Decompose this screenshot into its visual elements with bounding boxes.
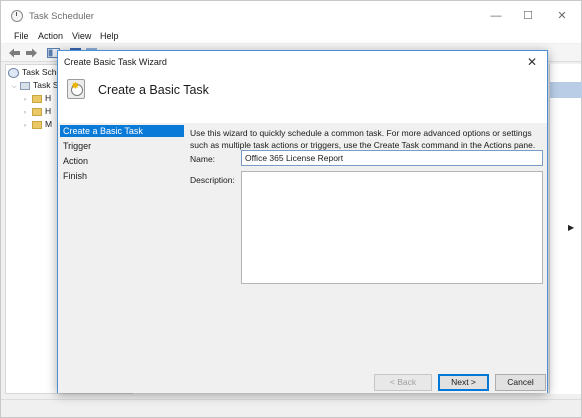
window-title: Task Scheduler bbox=[29, 11, 94, 22]
chevron-right-icon[interactable]: › bbox=[24, 110, 32, 116]
description-field[interactable] bbox=[241, 171, 543, 284]
menu-bar: File Action View Help bbox=[1, 31, 581, 43]
task-scheduler-icon bbox=[8, 67, 19, 78]
wizard-header: ✸ Create a Basic Task bbox=[58, 73, 547, 123]
wizard-close-button[interactable]: ✕ bbox=[525, 55, 539, 69]
back-button[interactable]: < Back bbox=[374, 374, 432, 391]
menu-help[interactable]: Help bbox=[100, 31, 119, 41]
wizard-content: Use this wizard to quickly schedule a co… bbox=[186, 123, 547, 393]
minimize-button[interactable]: — bbox=[481, 7, 511, 25]
create-basic-task-wizard: Create Basic Task Wizard ✕ ✸ Create a Ba… bbox=[57, 50, 548, 393]
back-arrow-icon[interactable] bbox=[8, 47, 21, 59]
close-button[interactable]: ✕ bbox=[547, 7, 577, 25]
chevron-right-icon[interactable]: › bbox=[24, 97, 32, 103]
actions-pane: ▶ bbox=[549, 64, 582, 394]
chevron-right-icon[interactable]: › bbox=[24, 123, 32, 129]
intro-text: Use this wizard to quickly schedule a co… bbox=[190, 128, 536, 150]
chevron-down-icon[interactable]: ⌵ bbox=[12, 84, 20, 91]
sparkle-icon: ✸ bbox=[71, 81, 80, 92]
wizard-heading: Create a Basic Task bbox=[98, 83, 209, 97]
step-action[interactable]: Action bbox=[60, 155, 184, 167]
expand-arrow-icon[interactable]: ▶ bbox=[568, 223, 574, 232]
step-trigger[interactable]: Trigger bbox=[60, 140, 184, 152]
description-label: Description: bbox=[190, 175, 235, 185]
folder-icon bbox=[32, 120, 42, 129]
folder-icon bbox=[32, 107, 42, 116]
menu-file[interactable]: File bbox=[14, 31, 29, 41]
menu-action[interactable]: Action bbox=[38, 31, 63, 41]
wizard-title: Create Basic Task Wizard bbox=[64, 57, 167, 67]
tree-root[interactable]: Task Sche bbox=[8, 67, 61, 79]
next-button[interactable]: Next > bbox=[438, 374, 489, 391]
menu-view[interactable]: View bbox=[72, 31, 91, 41]
status-bar bbox=[1, 399, 581, 417]
folder-icon bbox=[32, 94, 42, 103]
name-label: Name: bbox=[190, 154, 216, 164]
tree-library[interactable]: ⌵ Task S bbox=[12, 80, 59, 92]
tree-root-label: Task Sche bbox=[22, 67, 62, 77]
cancel-button[interactable]: Cancel bbox=[495, 374, 546, 391]
actions-header[interactable] bbox=[550, 82, 582, 98]
main-titlebar: Task Scheduler — ☐ ✕ bbox=[1, 1, 581, 31]
wizard-titlebar: Create Basic Task Wizard ✕ bbox=[58, 51, 547, 73]
tree-item[interactable]: › M bbox=[24, 119, 52, 131]
tree-item[interactable]: › H bbox=[24, 106, 51, 118]
clock-icon bbox=[11, 10, 23, 22]
step-finish[interactable]: Finish bbox=[60, 170, 184, 182]
step-create-basic-task[interactable]: Create a Basic Task bbox=[60, 125, 184, 137]
tree-item-label: H bbox=[45, 93, 52, 103]
wizard-steps: Create a Basic Task Trigger Action Finis… bbox=[58, 123, 186, 393]
forward-arrow-icon[interactable] bbox=[25, 47, 38, 59]
library-folder-icon bbox=[20, 81, 30, 90]
tree-item-label: M bbox=[45, 119, 53, 129]
task-wizard-icon: ✸ bbox=[67, 79, 85, 99]
name-field[interactable] bbox=[241, 150, 543, 166]
maximize-button[interactable]: ☐ bbox=[513, 7, 543, 25]
tree-item-label: H bbox=[45, 106, 52, 116]
tree-library-label: Task S bbox=[33, 80, 59, 90]
tree-item[interactable]: › H bbox=[24, 93, 51, 105]
